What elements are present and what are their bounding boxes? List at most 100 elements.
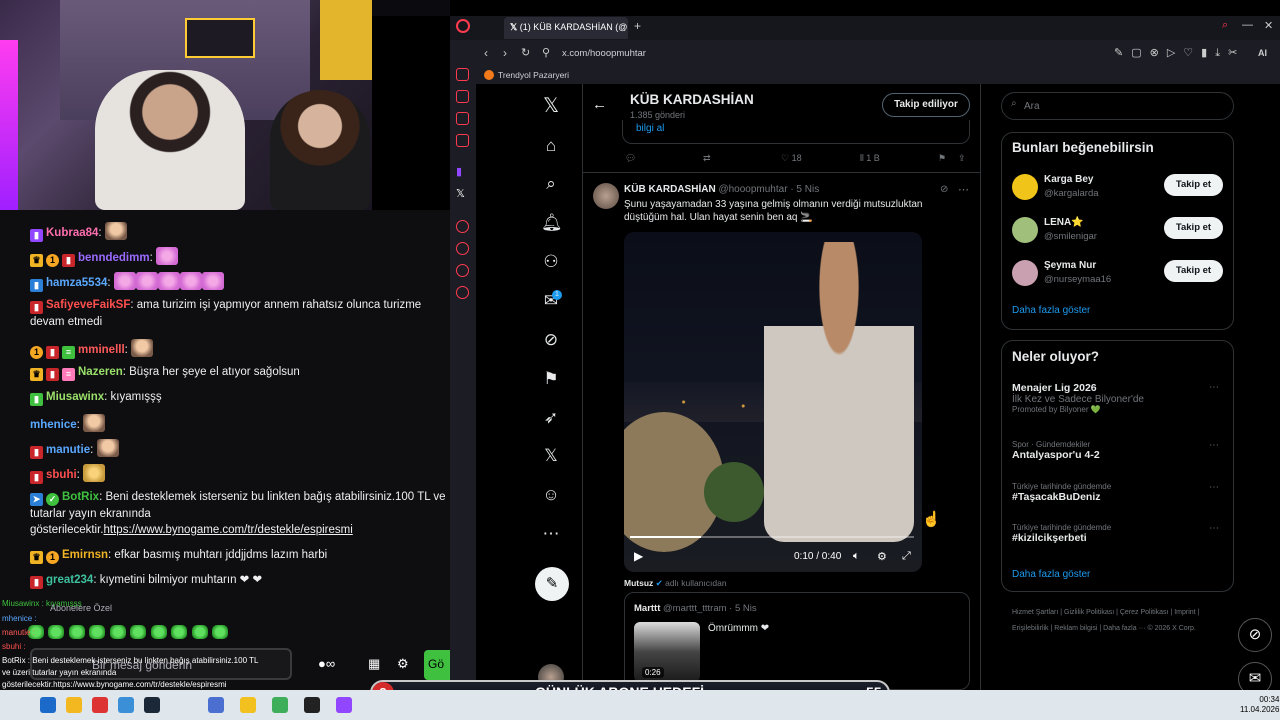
quoted-link[interactable]: bilgi al	[636, 123, 664, 134]
chat-username[interactable]: Emirnsn	[62, 549, 108, 561]
browser-tab[interactable]: 𝕏 (1) KÜB KARDASHİAN (@h	[504, 17, 628, 39]
taskbar-app-icon[interactable]	[40, 697, 56, 713]
show-more-link[interactable]: Daha fazla göster	[1012, 305, 1090, 316]
chat-username[interactable]: manutie	[46, 444, 90, 456]
bookmark-icon[interactable]: ⚑	[541, 369, 561, 389]
repost-icon[interactable]: ⇄	[703, 153, 711, 164]
toolbar-icons[interactable]: ✎▢⊗▷♡▮⤓✂	[1114, 46, 1245, 60]
taskbar-app-icon[interactable]	[118, 697, 134, 713]
taskbar-app-icon[interactable]	[272, 697, 288, 713]
rocket-icon[interactable]: ➶	[541, 408, 561, 428]
chat-username[interactable]: benndedimm	[78, 252, 150, 264]
like-button[interactable]: ♡ 18	[781, 153, 802, 164]
opera-logo-icon[interactable]	[456, 19, 470, 33]
history-icon[interactable]	[456, 242, 469, 255]
footer-links[interactable]: Hizmet Şartları | Gizlilik Politikası | …	[1012, 605, 1232, 637]
chat-username[interactable]: Miusawinx	[46, 391, 104, 403]
post-button[interactable]: ✎	[535, 567, 569, 601]
back-arrow-icon[interactable]: ←	[592, 96, 607, 113]
chat-username[interactable]: Nazeren	[78, 366, 123, 378]
tweet-author[interactable]: KÜB KARDASHİAN @hooopmuhtar · 5 Nis	[624, 184, 819, 195]
quoted-post-tail[interactable]	[622, 120, 970, 144]
search-input[interactable]: Ara	[1001, 92, 1234, 120]
chat-username[interactable]: SafiyeveFaikSF	[46, 299, 130, 311]
trend-item[interactable]: Türkiye tarihinde gündemde #kizilcikşerbe…	[1012, 523, 1227, 544]
sidebar-icon[interactable]	[456, 264, 469, 277]
sidebar-icon[interactable]	[456, 90, 469, 103]
follow-button[interactable]: Takip et	[1164, 260, 1223, 282]
suggested-account[interactable]: LENA⭐ @smilenigar Takip et	[1012, 215, 1227, 249]
trend-item[interactable]: Spor · Gündemdekiler Antalyaspor'u 4-2 ⋯	[1012, 440, 1227, 461]
chat-username[interactable]: BotRix	[62, 491, 99, 503]
follow-people-icon[interactable]: ⚇	[541, 252, 561, 272]
sidebar-icon[interactable]	[456, 68, 469, 81]
taskbar-app-icon[interactable]	[208, 697, 224, 713]
ai-button[interactable]: AI	[1258, 48, 1267, 58]
donation-link[interactable]: https://www.bynogame.com/tr/destekle/esp…	[104, 524, 353, 536]
minimize-icon[interactable]: —	[1242, 19, 1253, 31]
premium-x-icon[interactable]: 𝕏	[541, 446, 561, 466]
gear-icon[interactable]: ⚙	[397, 656, 409, 672]
chat-username[interactable]: great234	[46, 574, 93, 586]
follow-button[interactable]: Takip et	[1164, 174, 1223, 196]
fullscreen-icon[interactable]: ⤢	[902, 550, 911, 563]
new-tab-button[interactable]: +	[634, 19, 641, 33]
folder-icon[interactable]	[240, 697, 256, 713]
url-input[interactable]: x.com/hooopmuhtar	[562, 48, 646, 59]
x-sidebar-icon[interactable]: 𝕏	[456, 187, 465, 200]
show-more-link[interactable]: Daha fazla göster	[1012, 569, 1090, 580]
trend-more-icon[interactable]: ⋯	[1209, 440, 1219, 451]
grok-icon[interactable]: ⊘	[541, 330, 561, 350]
back-icon[interactable]: ‹	[484, 46, 488, 60]
settings-icon[interactable]	[456, 286, 469, 299]
sidebar-icon[interactable]	[456, 134, 469, 147]
taskbar-clock[interactable]: 00:34 11.04.2026	[1240, 695, 1279, 715]
trend-more-icon[interactable]: ⋯	[1209, 482, 1219, 493]
sidebar-icon[interactable]	[456, 220, 469, 233]
channel-points-icon[interactable]: ●∞	[318, 656, 335, 671]
more-icon[interactable]: ⋯	[541, 524, 561, 544]
bookmark-trendyol[interactable]: Trendyol Pazaryeri	[498, 70, 569, 80]
chat-username[interactable]: mminelll	[78, 344, 125, 356]
gift-icon[interactable]: ▦	[368, 656, 380, 672]
volume-icon[interactable]: 🔈︎	[853, 550, 860, 563]
chat-username[interactable]: Kubraa84	[46, 227, 98, 239]
steam-icon[interactable]	[144, 697, 160, 713]
suggested-account[interactable]: Şeyma Nur @nurseymaa16 Takip et	[1012, 258, 1227, 292]
search-icon[interactable]: ⌕	[541, 174, 561, 194]
suggested-account[interactable]: Karga Bey @kargalarda Takip et	[1012, 172, 1227, 206]
views-button[interactable]: ⫴ 1 B	[860, 153, 880, 164]
x-logo-icon[interactable]: 𝕏	[541, 96, 561, 116]
home-icon[interactable]: ⌂	[541, 136, 561, 156]
reply-icon[interactable]: 💬︎	[625, 153, 636, 164]
video-settings-icon[interactable]: ⚙	[877, 550, 887, 563]
trend-item[interactable]: Türkiye tarihinde gündemde #TaşacakBuDeni…	[1012, 482, 1227, 503]
trend-more-icon[interactable]: ⋯	[1209, 523, 1219, 534]
video-player[interactable]	[624, 232, 922, 572]
opera-taskbar-icon[interactable]	[92, 697, 108, 713]
taskbar-app-icon[interactable]	[336, 697, 352, 713]
chat-username[interactable]: sbuhi	[46, 469, 77, 481]
emote-row[interactable]	[28, 622, 229, 640]
obs-icon[interactable]	[304, 697, 320, 713]
author-avatar[interactable]	[593, 183, 619, 209]
chat-username[interactable]: mhenice	[30, 419, 77, 431]
grok-post-icon[interactable]: ⊘	[940, 184, 948, 195]
chat-username[interactable]: hamza5534	[46, 277, 107, 289]
forward-icon[interactable]: ›	[503, 46, 507, 60]
play-icon[interactable]: ▶	[634, 549, 643, 563]
taskbar-app-icon[interactable]	[66, 697, 82, 713]
post-more-icon[interactable]: ⋯	[958, 183, 969, 196]
grok-fab-icon[interactable]: ⊘	[1238, 618, 1272, 652]
bookmark-action-icon[interactable]: ⚑	[938, 153, 946, 164]
trend-more-icon[interactable]: ⋯	[1209, 382, 1219, 393]
following-button[interactable]: Takip ediliyor	[882, 93, 970, 117]
follow-button[interactable]: Takip et	[1164, 217, 1223, 239]
search-tabs-icon[interactable]: ⌕	[1222, 19, 1228, 32]
profile-icon[interactable]: ☺	[541, 485, 561, 505]
close-icon[interactable]: ✕	[1264, 19, 1273, 32]
quoted-author[interactable]: Marttt @marttt_tttram · 5 Nis	[634, 603, 757, 614]
share-icon[interactable]: ⇪	[958, 153, 966, 164]
site-info-icon[interactable]: ⚲	[542, 46, 550, 59]
bell-icon[interactable]: 🔔︎	[541, 213, 563, 233]
